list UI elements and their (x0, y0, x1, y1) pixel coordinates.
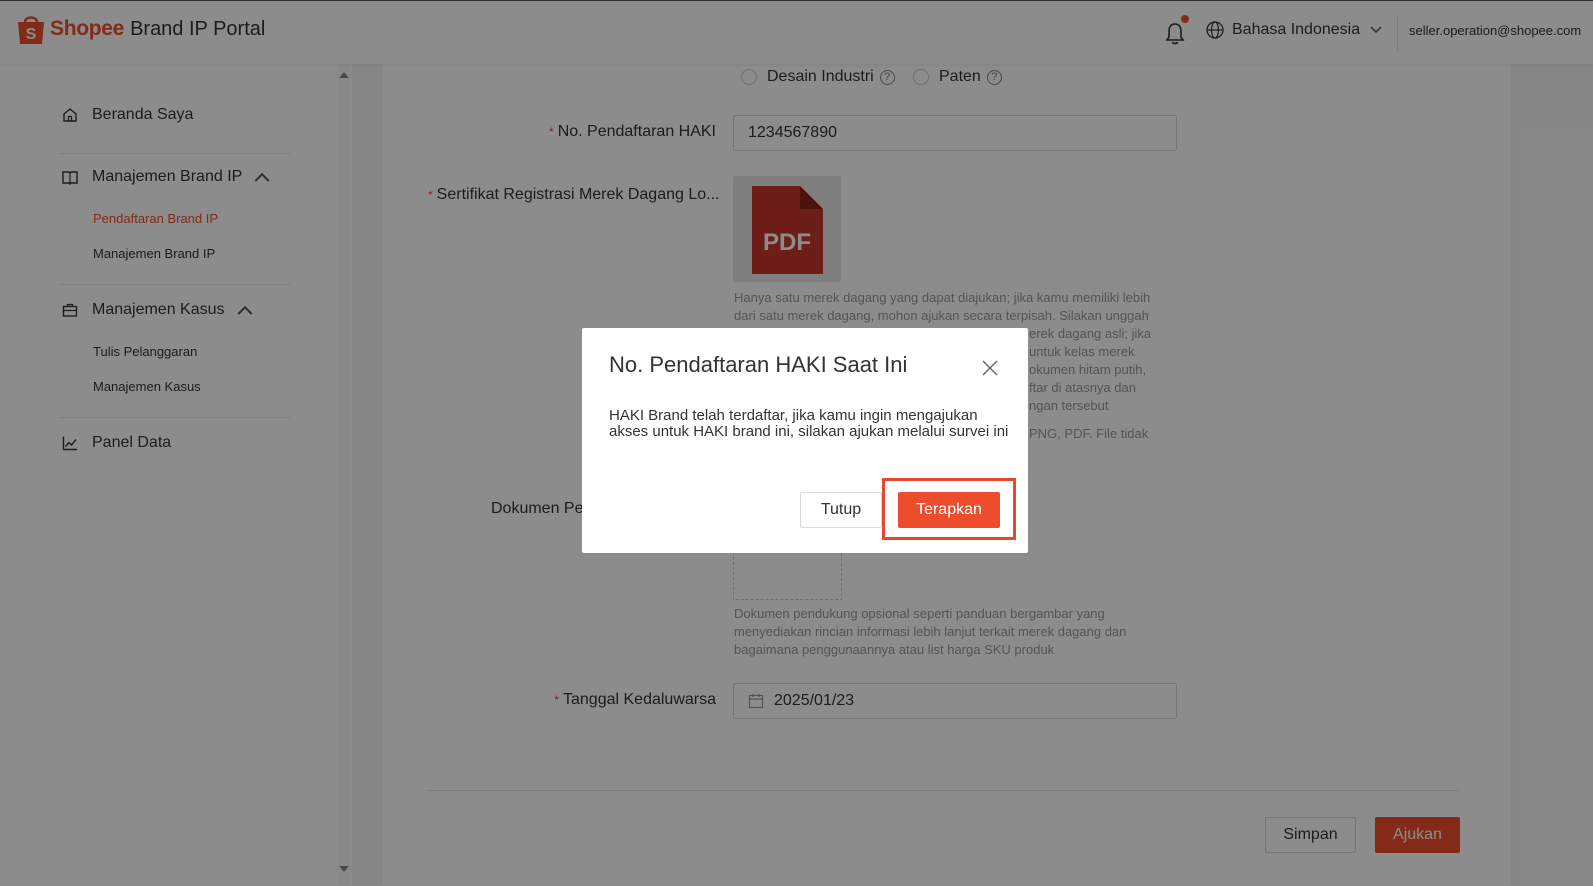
dialog-message: HAKI Brand telah terdaftar, jika kamu in… (609, 407, 1009, 440)
close-button[interactable]: Tutup (800, 492, 882, 528)
apply-button[interactable]: Terapkan (898, 492, 1000, 528)
dialog-title: No. Pendaftaran HAKI Saat Ini (609, 352, 908, 377)
close-icon[interactable] (982, 360, 998, 376)
haki-registration-dialog: No. Pendaftaran HAKI Saat Ini HAKI Brand… (582, 328, 1028, 553)
